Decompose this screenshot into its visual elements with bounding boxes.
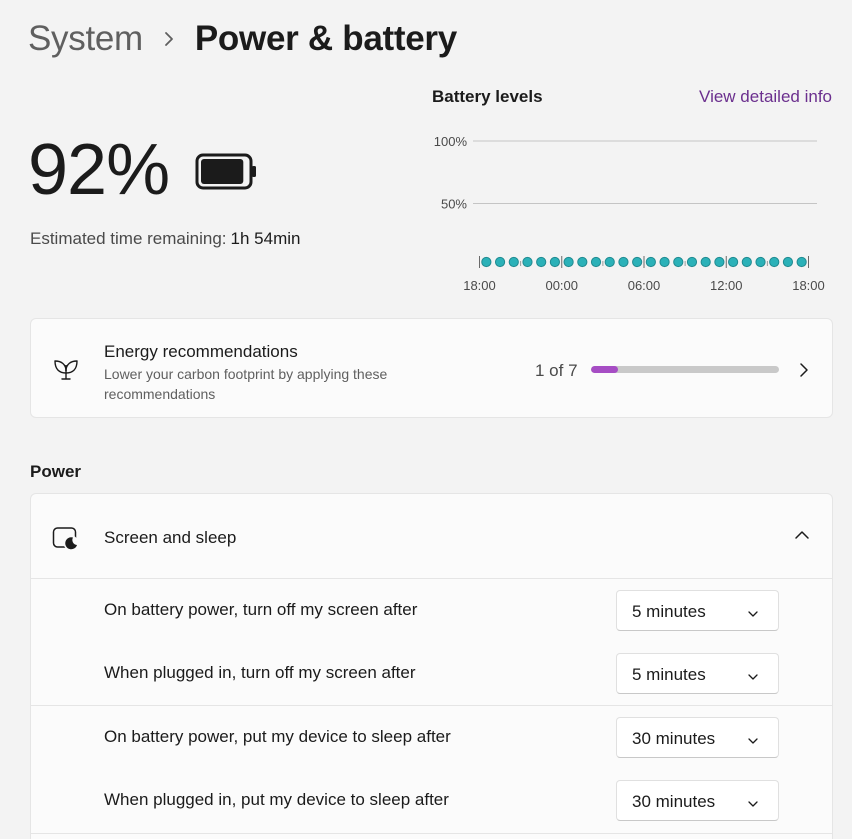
estimated-time-value: 1h 54min [230, 229, 301, 248]
power-battery-page: System Power & battery 92% Estimated tim… [0, 0, 852, 839]
battery-level-point [590, 256, 602, 268]
chevron-down-icon [747, 796, 759, 814]
battery-levels-chart: 100% 50% 18:00 00:00 06:00 12:00 18:00 [434, 134, 825, 293]
setting-label: When plugged in, turn off my screen afte… [104, 663, 416, 682]
battery-level-point [618, 256, 629, 268]
plugged-sleep-timeout-dropdown[interactable]: 30 minutes [616, 780, 779, 821]
battery-level-point [494, 256, 506, 268]
leaf-icon [52, 355, 80, 388]
y-tick-label: 100% [434, 134, 468, 149]
screen-sleep-icon [52, 526, 80, 557]
battery-screen-timeout-dropdown[interactable]: 5 minutes [616, 590, 779, 631]
battery-level-point [536, 256, 547, 268]
power-section-title: Power [30, 462, 82, 481]
estimated-time: Estimated time remaining: 1h 54min [30, 229, 300, 249]
setting-row-plugged-screen: When plugged in, turn off my screen afte… [31, 643, 832, 707]
battery-sleep-timeout-dropdown[interactable]: 30 minutes [616, 717, 779, 758]
divider [31, 833, 832, 834]
battery-level-point [632, 256, 643, 268]
battery-level-point [686, 256, 698, 268]
battery-icon [195, 153, 259, 196]
setting-label: When plugged in, put my device to sleep … [104, 790, 449, 809]
battery-level-point [700, 256, 711, 268]
battery-level-point [522, 256, 533, 268]
breadcrumb: System Power & battery [28, 14, 457, 64]
dropdown-value: 30 minutes [632, 792, 716, 811]
chevron-down-icon [747, 669, 759, 687]
chevron-down-icon [747, 606, 759, 624]
x-tick-label: 12:00 [710, 278, 743, 293]
breadcrumb-system[interactable]: System [28, 19, 143, 59]
x-tick-label: 06:00 [628, 278, 661, 293]
screen-and-sleep-card: Screen and sleep On battery power, turn … [30, 493, 833, 839]
setting-row-plugged-sleep: When plugged in, put my device to sleep … [31, 770, 832, 834]
battery-level-point [577, 256, 588, 268]
plugged-screen-timeout-dropdown[interactable]: 5 minutes [616, 653, 779, 694]
dropdown-value: 5 minutes [632, 665, 706, 684]
battery-level-point [728, 256, 739, 268]
x-tick-label: 18:00 [463, 278, 496, 293]
energy-recommendations-count: 1 of 7 [535, 361, 578, 380]
energy-progress-bar [591, 366, 779, 373]
battery-level-point [563, 256, 574, 268]
battery-level-point [481, 256, 492, 268]
chevron-right-icon[interactable] [797, 361, 811, 384]
battery-level-point [673, 256, 684, 268]
energy-recommendations-title: Energy recommendations [104, 342, 298, 361]
chart-title: Battery levels [432, 87, 543, 106]
chevron-right-icon [143, 29, 195, 49]
y-tick-label: 50% [441, 197, 467, 212]
page-title: Power & battery [194, 19, 457, 58]
battery-level-point [714, 256, 725, 268]
battery-level-point [741, 256, 752, 268]
view-detailed-info-link[interactable]: View detailed info [699, 87, 832, 107]
chevron-down-icon [747, 733, 759, 751]
battery-level-point [645, 256, 656, 268]
energy-progress-fill [591, 366, 618, 373]
x-tick-label: 18:00 [792, 278, 825, 293]
battery-level-point [604, 256, 615, 268]
estimated-time-label: Estimated time remaining: [30, 229, 227, 248]
dropdown-value: 5 minutes [632, 602, 706, 621]
setting-row-battery-screen: On battery power, turn off my screen aft… [31, 580, 832, 644]
battery-level-point [755, 256, 766, 268]
battery-level-point [549, 256, 560, 268]
battery-level-point [769, 256, 780, 268]
setting-label: On battery power, turn off my screen aft… [104, 600, 418, 619]
battery-level-point [782, 256, 794, 268]
setting-row-battery-sleep: On battery power, put my device to sleep… [31, 707, 832, 771]
screen-and-sleep-header[interactable]: Screen and sleep [31, 494, 832, 579]
setting-label: On battery power, put my device to sleep… [104, 727, 451, 746]
battery-level-point [659, 256, 670, 268]
battery-percent: 92% [28, 130, 170, 210]
dropdown-value: 30 minutes [632, 729, 716, 748]
energy-recommendations-description: Lower your carbon footprint by applying … [104, 366, 388, 402]
chevron-up-icon[interactable] [793, 528, 811, 547]
screen-and-sleep-title: Screen and sleep [104, 528, 237, 547]
energy-recommendations-card[interactable]: Energy recommendations Lower your carbon… [30, 318, 833, 418]
divider [31, 705, 832, 706]
battery-level-point [508, 256, 519, 268]
battery-level-point [796, 256, 807, 268]
x-tick-label: 00:00 [545, 278, 578, 293]
